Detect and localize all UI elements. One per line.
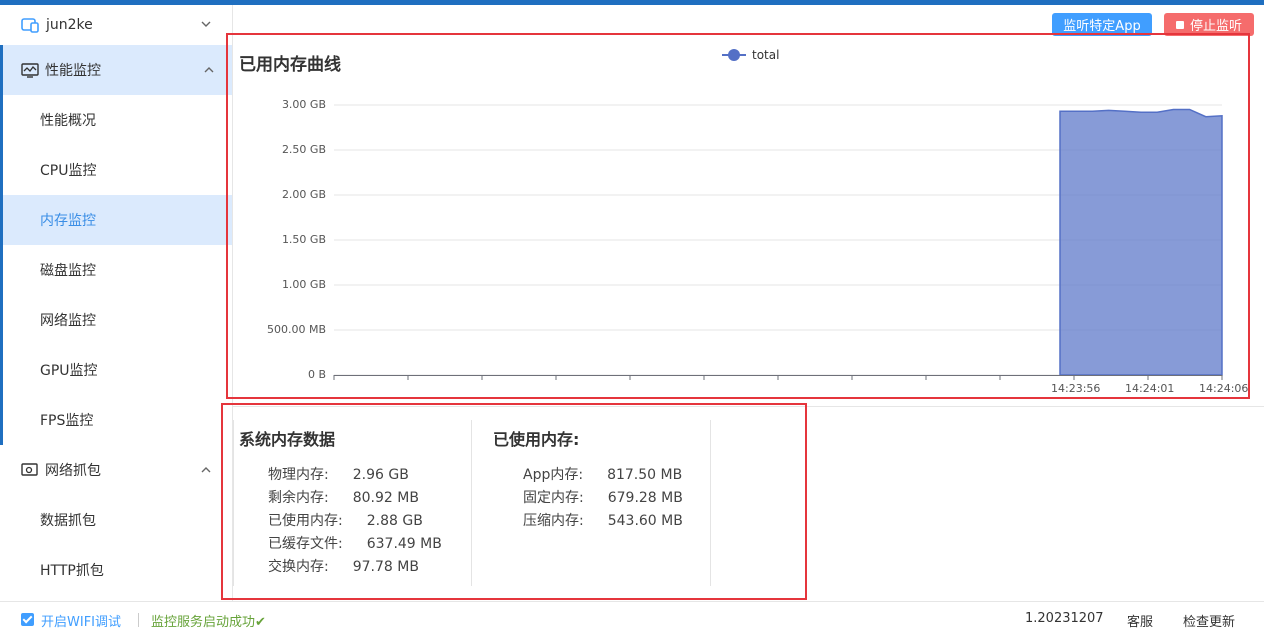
x-tick-label: 14:23:56 <box>1051 382 1101 395</box>
system-memory-row: 物理内存: 2.96 GB <box>268 467 409 483</box>
wifi-debug-checkbox[interactable] <box>21 613 34 626</box>
system-memory-row: 已缓存文件: 637.49 MB <box>268 536 442 552</box>
system-memory-row: 已使用内存: 2.88 GB <box>268 513 423 529</box>
used-memory-row: App内存: 817.50 MB <box>523 467 683 483</box>
system-memory-title: 系统内存数据 <box>239 430 336 449</box>
status-bar: 开启WIFI调试 监控服务启动成功✔ 1.20231207 客服 检查更新 <box>0 601 1264 635</box>
info-right-divider <box>710 420 711 586</box>
service-status-text: 监控服务启动成功✔ <box>151 615 266 630</box>
check-update-link[interactable]: 检查更新 <box>1183 611 1235 630</box>
customer-service-link[interactable]: 客服 <box>1127 611 1153 630</box>
x-tick-label: 14:24:06 <box>1199 382 1249 395</box>
total-series-area <box>1059 108 1223 376</box>
info-middle-divider <box>471 420 472 586</box>
version-text: 1.20231207 <box>1025 611 1104 626</box>
footer-divider <box>138 613 139 627</box>
used-memory-row: 压缩内存: 543.60 MB <box>523 513 683 529</box>
wifi-debug-label[interactable]: 开启WIFI调试 <box>41 611 121 630</box>
x-tick-label: 14:24:01 <box>1125 382 1175 395</box>
system-memory-row: 交换内存: 97.78 MB <box>268 559 419 575</box>
system-memory-row: 剩余内存: 80.92 MB <box>268 490 419 506</box>
used-memory-row: 固定内存: 679.28 MB <box>523 490 683 506</box>
info-left-divider <box>233 420 234 586</box>
used-memory-title: 已使用内存: <box>493 430 580 449</box>
